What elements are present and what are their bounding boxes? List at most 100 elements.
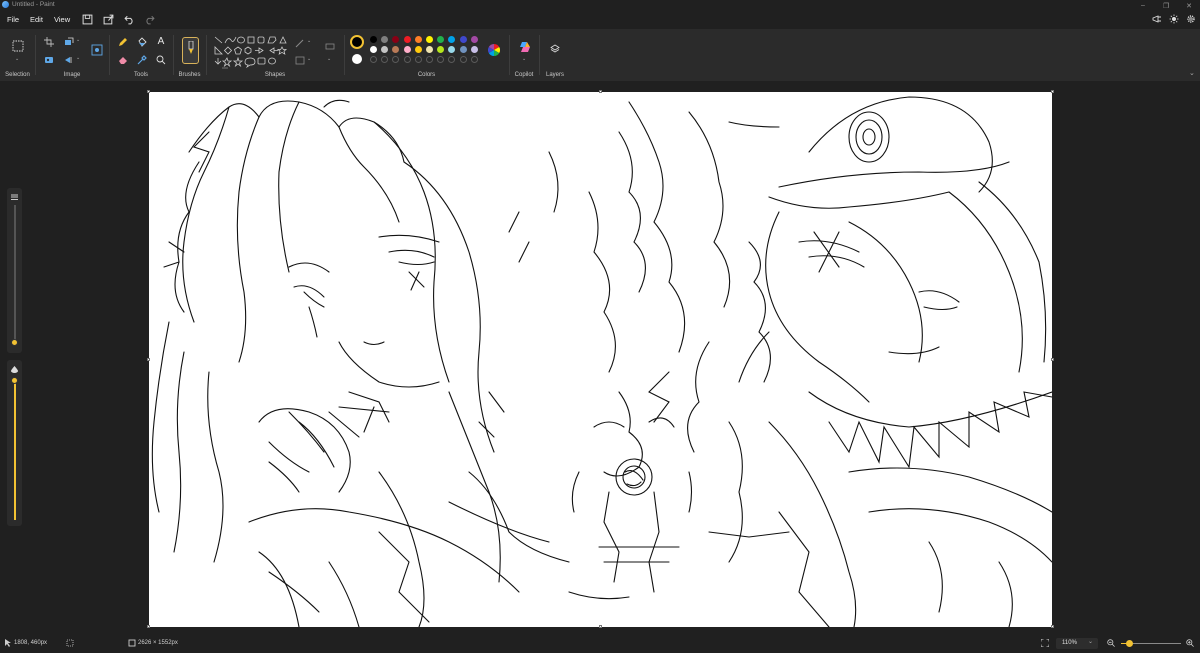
color-swatch[interactable] <box>414 36 422 43</box>
paint-app-icon <box>2 1 9 8</box>
brush-size-thumb[interactable] <box>11 339 18 346</box>
custom-color-slot[interactable] <box>448 56 456 63</box>
color-swatch[interactable] <box>392 46 400 53</box>
custom-color-slot[interactable] <box>403 56 411 63</box>
zoom-level-dropdown[interactable]: 110% ⌄ <box>1056 638 1098 649</box>
opacity-thumb[interactable] <box>11 377 18 384</box>
color-swatch[interactable] <box>392 36 400 43</box>
color-swatch[interactable] <box>414 46 422 53</box>
color-swatch[interactable] <box>426 36 433 43</box>
edit-colors-icon[interactable] <box>487 43 501 57</box>
shapes-gallery[interactable] <box>214 35 294 69</box>
menu-edit[interactable]: Edit <box>30 15 43 24</box>
rotate-dropdown-chevron-icon[interactable]: ⌄ <box>76 55 80 61</box>
copilot-dropdown-chevron-icon[interactable]: ⌄ <box>522 56 526 62</box>
maximize-button[interactable]: ❐ <box>1163 2 1169 10</box>
color-swatch[interactable] <box>459 36 467 43</box>
canvas-size-icon <box>128 639 136 647</box>
color-swatch[interactable] <box>470 36 478 43</box>
color-swatch[interactable] <box>381 36 389 43</box>
resize-handle[interactable] <box>599 625 602 628</box>
text-tool-icon[interactable]: A <box>155 35 167 47</box>
custom-color-slot[interactable] <box>426 56 433 63</box>
selection-dropdown-chevron-icon[interactable]: ⌄ <box>15 56 19 62</box>
resize-handle[interactable] <box>1051 358 1054 361</box>
color-picker-icon[interactable] <box>136 54 148 66</box>
color-swatch[interactable] <box>426 46 433 53</box>
shape-outline-icon[interactable] <box>294 37 306 49</box>
fill-bucket-icon[interactable] <box>136 36 148 48</box>
color-swatch[interactable] <box>470 46 478 53</box>
resize-handle[interactable] <box>147 625 150 628</box>
eraser-icon[interactable] <box>117 54 129 66</box>
resize-dropdown-chevron-icon[interactable]: ⌄ <box>76 37 80 43</box>
selection-rectangle-icon[interactable] <box>11 39 25 53</box>
zoom-out-icon[interactable] <box>1107 639 1115 647</box>
shape-fill-dropdown-chevron-icon[interactable]: ⌄ <box>307 56 311 62</box>
save-icon[interactable] <box>82 14 93 25</box>
custom-color-slot[interactable] <box>437 56 445 63</box>
resize-handle[interactable] <box>1051 90 1054 93</box>
resize-handle[interactable] <box>599 90 602 93</box>
layers-group-label: Layers <box>545 72 564 78</box>
copilot-group: ⌄ Copilot <box>509 29 539 81</box>
color-swatch[interactable] <box>381 46 389 53</box>
color-swatch[interactable] <box>370 46 377 53</box>
shape-size-dropdown-chevron-icon[interactable]: ⌄ <box>327 56 331 62</box>
redo-icon[interactable] <box>144 14 155 25</box>
resize-handle[interactable] <box>1051 625 1054 628</box>
close-button[interactable]: ✕ <box>1186 2 1192 10</box>
image-effects-icon[interactable] <box>90 43 104 57</box>
resize-handle[interactable] <box>147 358 150 361</box>
resize-icon[interactable] <box>63 36 75 48</box>
color-swatch[interactable] <box>448 36 456 43</box>
resize-handle[interactable] <box>147 90 150 93</box>
brush-selector-button[interactable] <box>182 37 199 64</box>
primary-color-swatch[interactable] <box>350 35 364 49</box>
color-swatch[interactable] <box>459 46 467 53</box>
custom-color-slot[interactable] <box>414 56 422 63</box>
custom-color-slot[interactable] <box>459 56 467 63</box>
background-removal-icon[interactable] <box>43 54 55 66</box>
zoom-in-icon[interactable] <box>1186 639 1194 647</box>
canvas-size: 2626 × 1552px <box>138 640 178 646</box>
color-swatch[interactable] <box>370 36 377 43</box>
color-swatch[interactable] <box>403 36 411 43</box>
menu-view[interactable]: View <box>54 15 70 24</box>
feedback-icon[interactable] <box>1152 14 1162 24</box>
shapes-group-label: Shapes <box>264 72 286 78</box>
menu-bar: File Edit View <box>0 11 1200 29</box>
cursor-position: 1808, 460px <box>14 640 48 646</box>
color-swatch[interactable] <box>403 46 411 53</box>
color-swatch[interactable] <box>437 46 445 53</box>
crop-icon[interactable] <box>43 36 55 48</box>
custom-color-slot[interactable] <box>370 56 377 63</box>
tools-group: A Tools <box>109 29 173 81</box>
custom-color-slot[interactable] <box>470 56 478 63</box>
layers-icon[interactable] <box>549 43 561 55</box>
ribbon-collapse-chevron-icon[interactable]: ⌄ <box>1189 69 1195 77</box>
shape-style-icon[interactable] <box>324 40 336 52</box>
menu-file[interactable]: File <box>7 15 19 24</box>
share-icon[interactable] <box>103 14 114 25</box>
custom-color-slot[interactable] <box>392 56 400 63</box>
fit-to-window-icon[interactable] <box>1041 639 1049 647</box>
magnifier-icon[interactable] <box>155 54 167 66</box>
custom-color-slot[interactable] <box>381 56 389 63</box>
drawing-canvas[interactable] <box>149 92 1052 627</box>
secondary-color-swatch[interactable] <box>352 54 362 64</box>
rotate-flip-icon[interactable] <box>63 54 75 66</box>
shape-outline-dropdown-chevron-icon[interactable]: ⌄ <box>307 38 311 44</box>
brightness-icon[interactable] <box>1169 14 1179 24</box>
pencil-icon[interactable] <box>117 36 129 48</box>
settings-gear-icon[interactable] <box>1186 14 1196 24</box>
color-swatch[interactable] <box>448 46 456 53</box>
selection-size-icon <box>66 639 74 647</box>
color-swatch[interactable] <box>437 36 445 43</box>
shape-fill-icon[interactable] <box>294 54 306 66</box>
zoom-slider-thumb[interactable] <box>1126 640 1133 647</box>
minimize-button[interactable]: – <box>1140 2 1146 9</box>
brush-size-track[interactable] <box>14 205 16 345</box>
undo-icon[interactable] <box>124 14 135 25</box>
copilot-icon[interactable] <box>518 40 531 53</box>
